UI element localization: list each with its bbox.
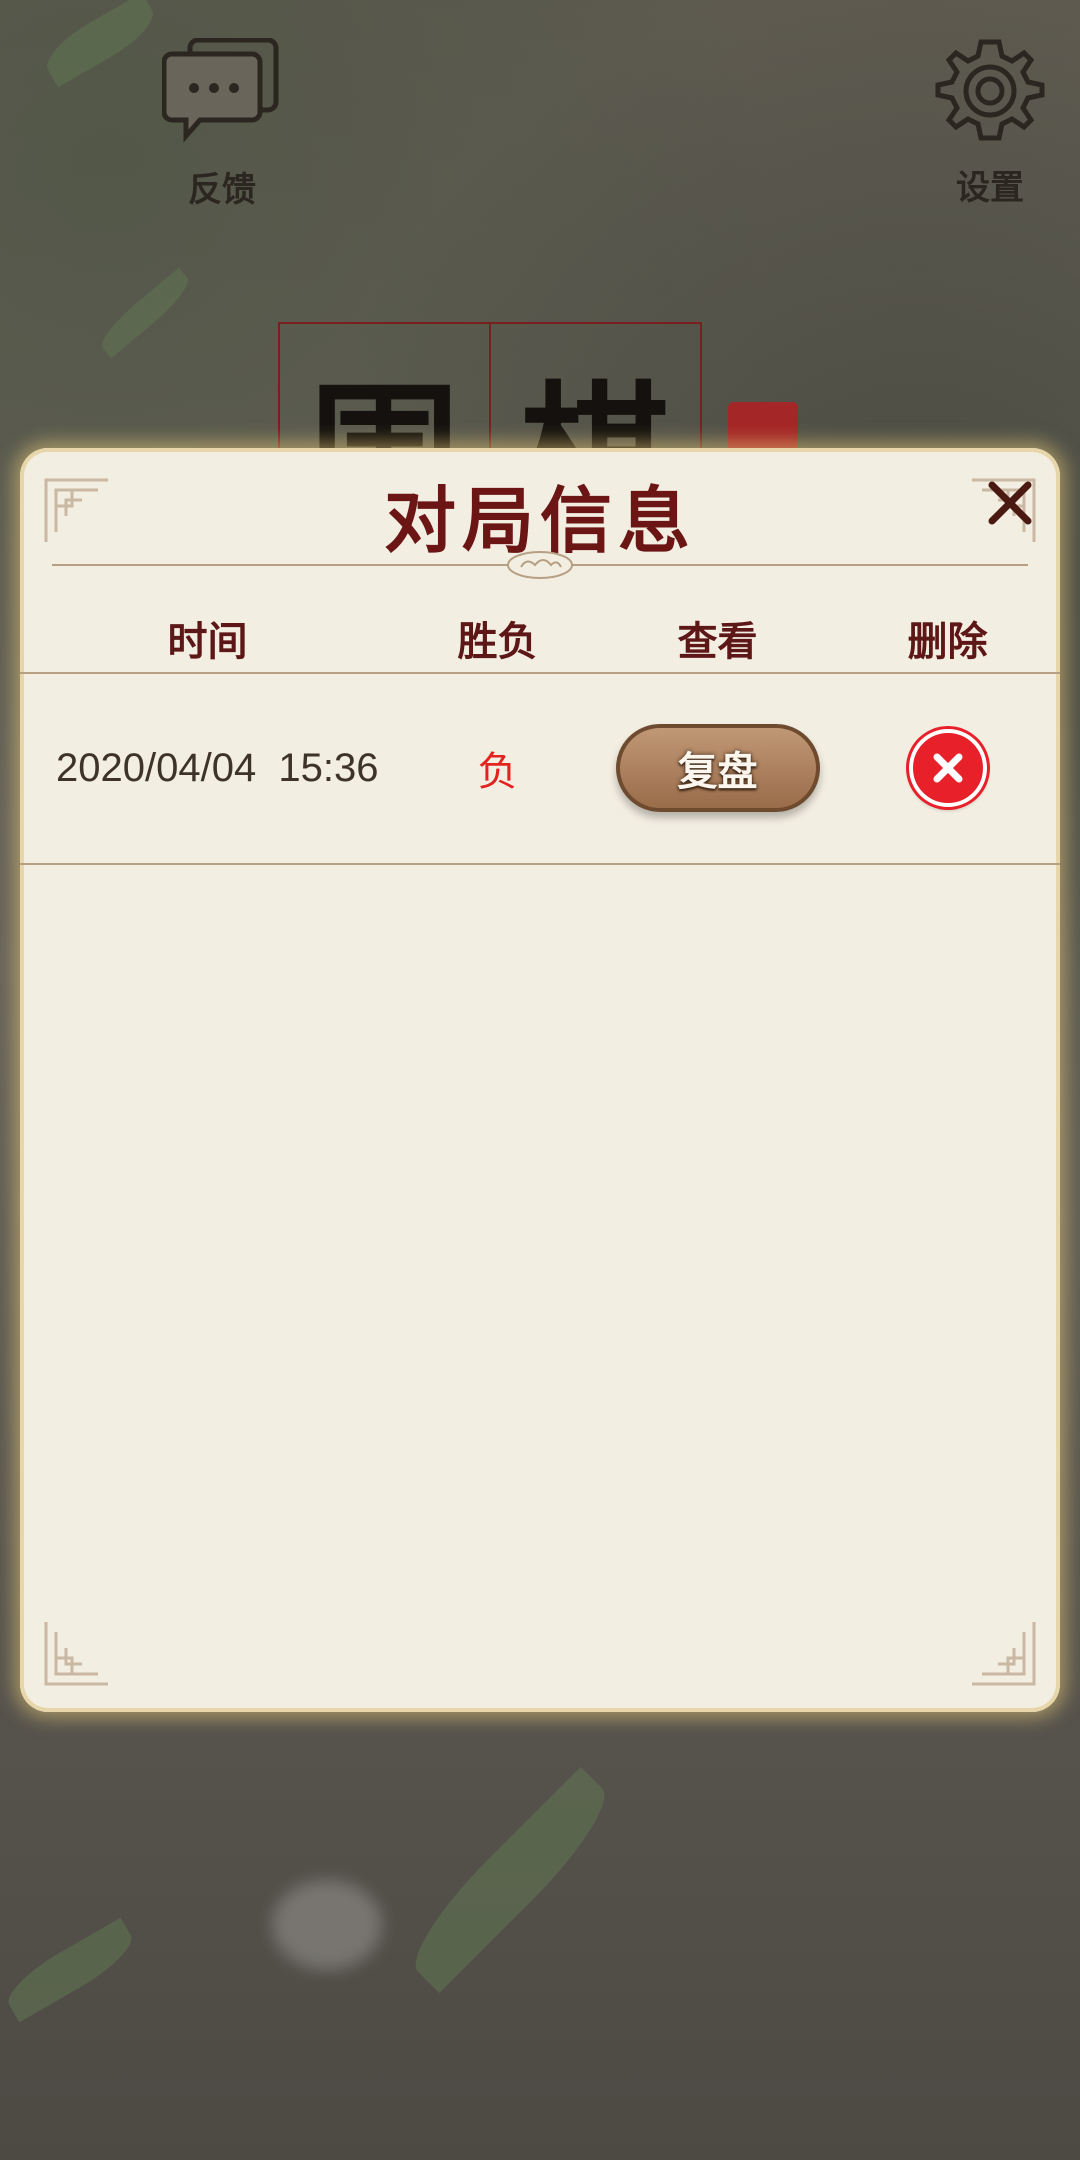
settings-label: 设置 xyxy=(956,168,1024,208)
corner-ornament-icon xyxy=(972,1622,1036,1686)
cloud-ornament-icon xyxy=(507,551,573,579)
record-time: 2020/04/04 15:36 xyxy=(56,745,379,790)
chat-bubble-icon xyxy=(161,37,279,143)
feedback-label: 反馈 xyxy=(188,170,256,210)
record-result: 负 xyxy=(477,749,518,795)
bamboo-leaf-decoration xyxy=(0,1917,141,2023)
header-view: 查看 xyxy=(677,618,758,665)
delete-x-icon xyxy=(933,753,962,783)
game-records-dialog: 对局信息 时间 胜负 查看 删除 2020/04/04 15:36 负 复盘 xyxy=(20,448,1060,1712)
bamboo-leaf-decoration xyxy=(94,267,196,359)
bamboo-leaf-decoration xyxy=(396,1766,624,1994)
close-icon xyxy=(988,481,1032,525)
close-button[interactable] xyxy=(972,470,1036,534)
settings-button[interactable]: 设置 xyxy=(910,36,1070,209)
row-divider xyxy=(20,863,1060,865)
header-delete: 删除 xyxy=(907,618,988,665)
corner-ornament-icon xyxy=(44,1622,108,1686)
delete-record-button[interactable] xyxy=(908,729,987,807)
header-result: 胜负 xyxy=(457,618,538,665)
header-time: 时间 xyxy=(167,618,248,665)
table-row: 2020/04/04 15:36 负 复盘 xyxy=(20,674,1060,862)
feedback-button[interactable]: 反馈 xyxy=(142,37,302,211)
gear-icon xyxy=(935,39,1045,141)
review-button[interactable]: 复盘 xyxy=(615,724,820,812)
stone-decoration xyxy=(272,1880,382,1970)
